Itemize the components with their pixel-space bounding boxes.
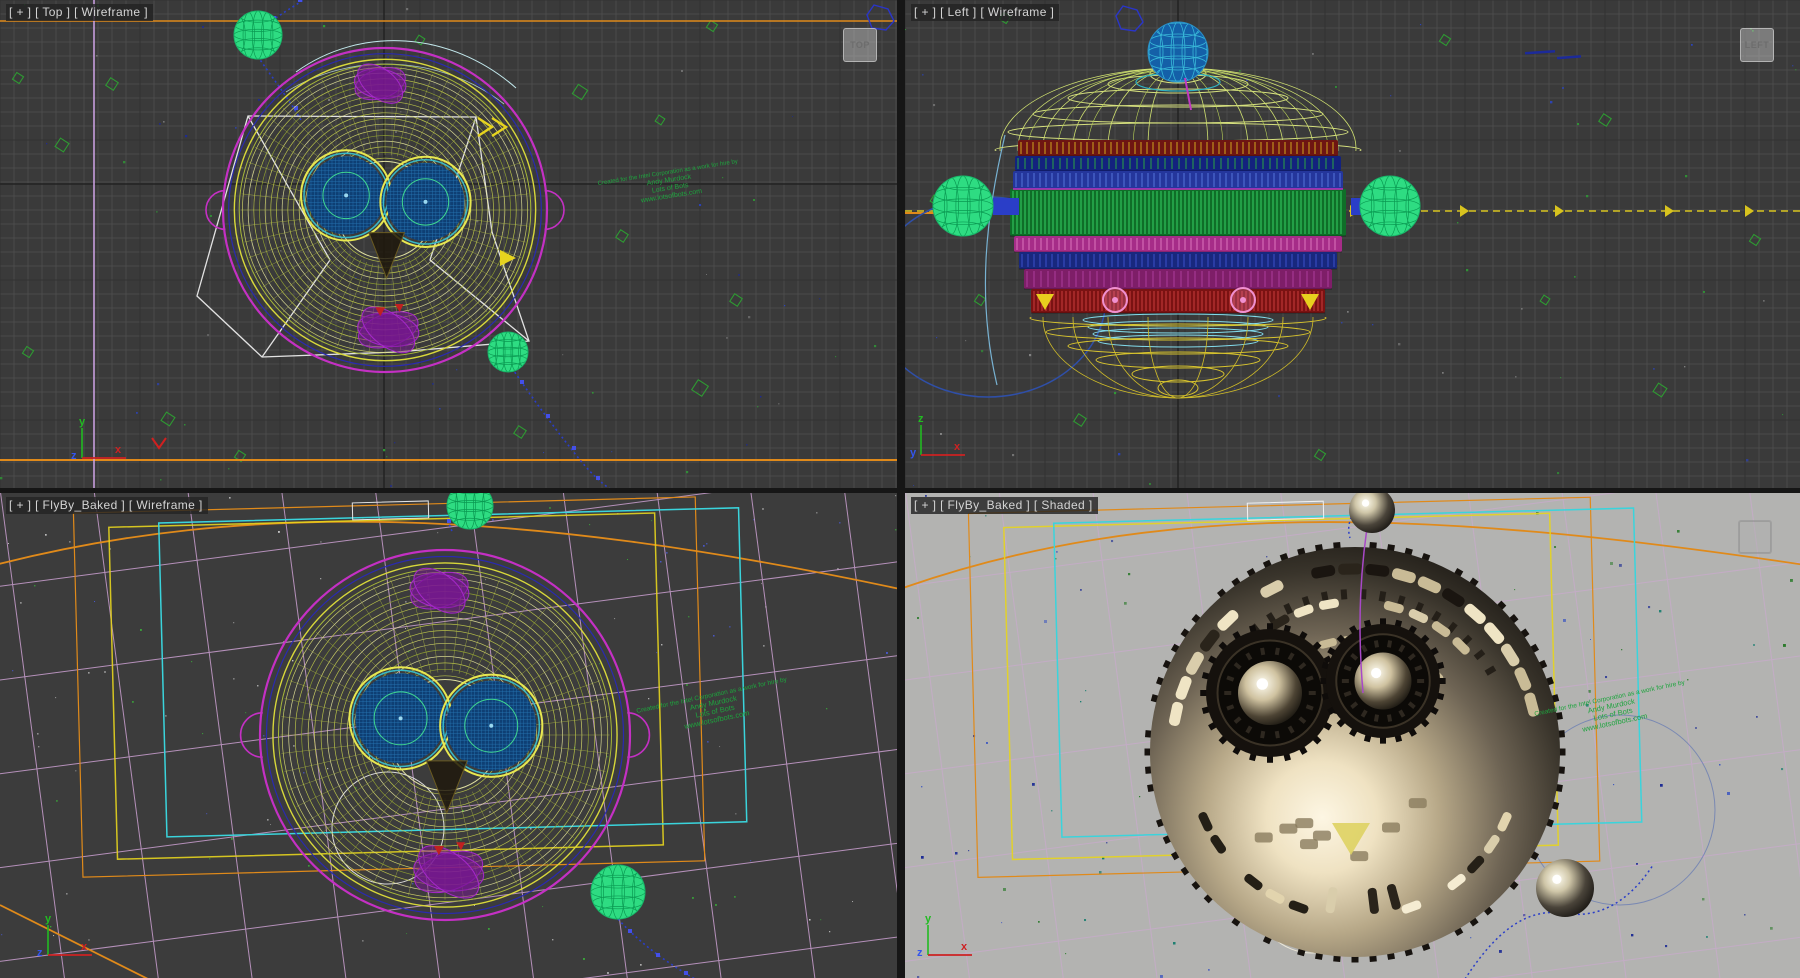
svg-text:x: x (954, 441, 961, 453)
svg-text:y: y (79, 416, 86, 428)
viewport-camera-shaded[interactable]: Created for the Intel Corporation as a w… (905, 493, 1800, 978)
svg-text:x: x (115, 444, 122, 456)
viewcube-face-label: LEFT (1745, 40, 1770, 50)
viewport-canvas-left[interactable]: z y x (905, 0, 1800, 488)
viewport-canvas-camera-wireframe[interactable]: Created for the Intel Corporation as a w… (0, 493, 897, 978)
svg-text:x: x (961, 941, 968, 953)
viewport-left-view[interactable]: z y x [ + ] [ Left ] [ Wireframe ] LEFT (905, 0, 1800, 488)
yellow-marker (478, 118, 506, 136)
viewcube-face-label: TOP (850, 40, 870, 50)
mech-sphere-wireframe-top (206, 48, 564, 372)
viewport-camera-wireframe[interactable]: Created for the Intel Corporation as a w… (0, 493, 897, 978)
green-mesh-ball (488, 332, 528, 372)
viewcube-top-view[interactable]: TOP (843, 28, 877, 62)
green-mesh-ball (591, 865, 645, 919)
svg-text:z: z (37, 947, 43, 959)
axis-tripod: y z x (37, 913, 92, 959)
viewcube-ghost[interactable] (1738, 520, 1772, 554)
mech-sphere-wireframe-top (241, 550, 650, 920)
svg-text:z: z (71, 450, 77, 462)
viewport-label-camera-shaded[interactable]: [ + ] [ FlyBy_Baked ] [ Shaded ] (911, 497, 1098, 514)
quad-viewport-canvas: Created for the Intel Corporation as a w… (0, 0, 1800, 978)
shaded-satellite-ball (1536, 859, 1594, 917)
viewport-label-left[interactable]: [ + ] [ Left ] [ Wireframe ] (911, 4, 1059, 21)
viewcube-left-view[interactable]: LEFT (1740, 28, 1774, 62)
viewport-canvas-top[interactable]: Created for the Intel Corporation as a w… (0, 0, 897, 488)
watermark-text: Created for the Intel Corporation as a w… (597, 159, 742, 211)
svg-text:y: y (925, 913, 932, 925)
viewport-top[interactable]: Created for the Intel Corporation as a w… (0, 0, 897, 488)
svg-text:x: x (81, 941, 88, 953)
svg-text:z: z (918, 413, 924, 425)
viewport-canvas-camera-shaded[interactable]: Created for the Intel Corporation as a w… (905, 493, 1800, 978)
viewport-label-camera-wireframe[interactable]: [ + ] [ FlyBy_Baked ] [ Wireframe ] (6, 497, 208, 514)
svg-text:y: y (910, 447, 917, 459)
green-mesh-ball (234, 11, 282, 59)
green-mesh-ball (1360, 176, 1420, 236)
svg-text:y: y (45, 913, 52, 925)
green-mesh-ball (933, 176, 993, 236)
viewport-label-top[interactable]: [ + ] [ Top ] [ Wireframe ] (6, 4, 153, 21)
svg-text:z: z (917, 947, 923, 959)
mech-sphere-shaded (1145, 542, 1566, 963)
